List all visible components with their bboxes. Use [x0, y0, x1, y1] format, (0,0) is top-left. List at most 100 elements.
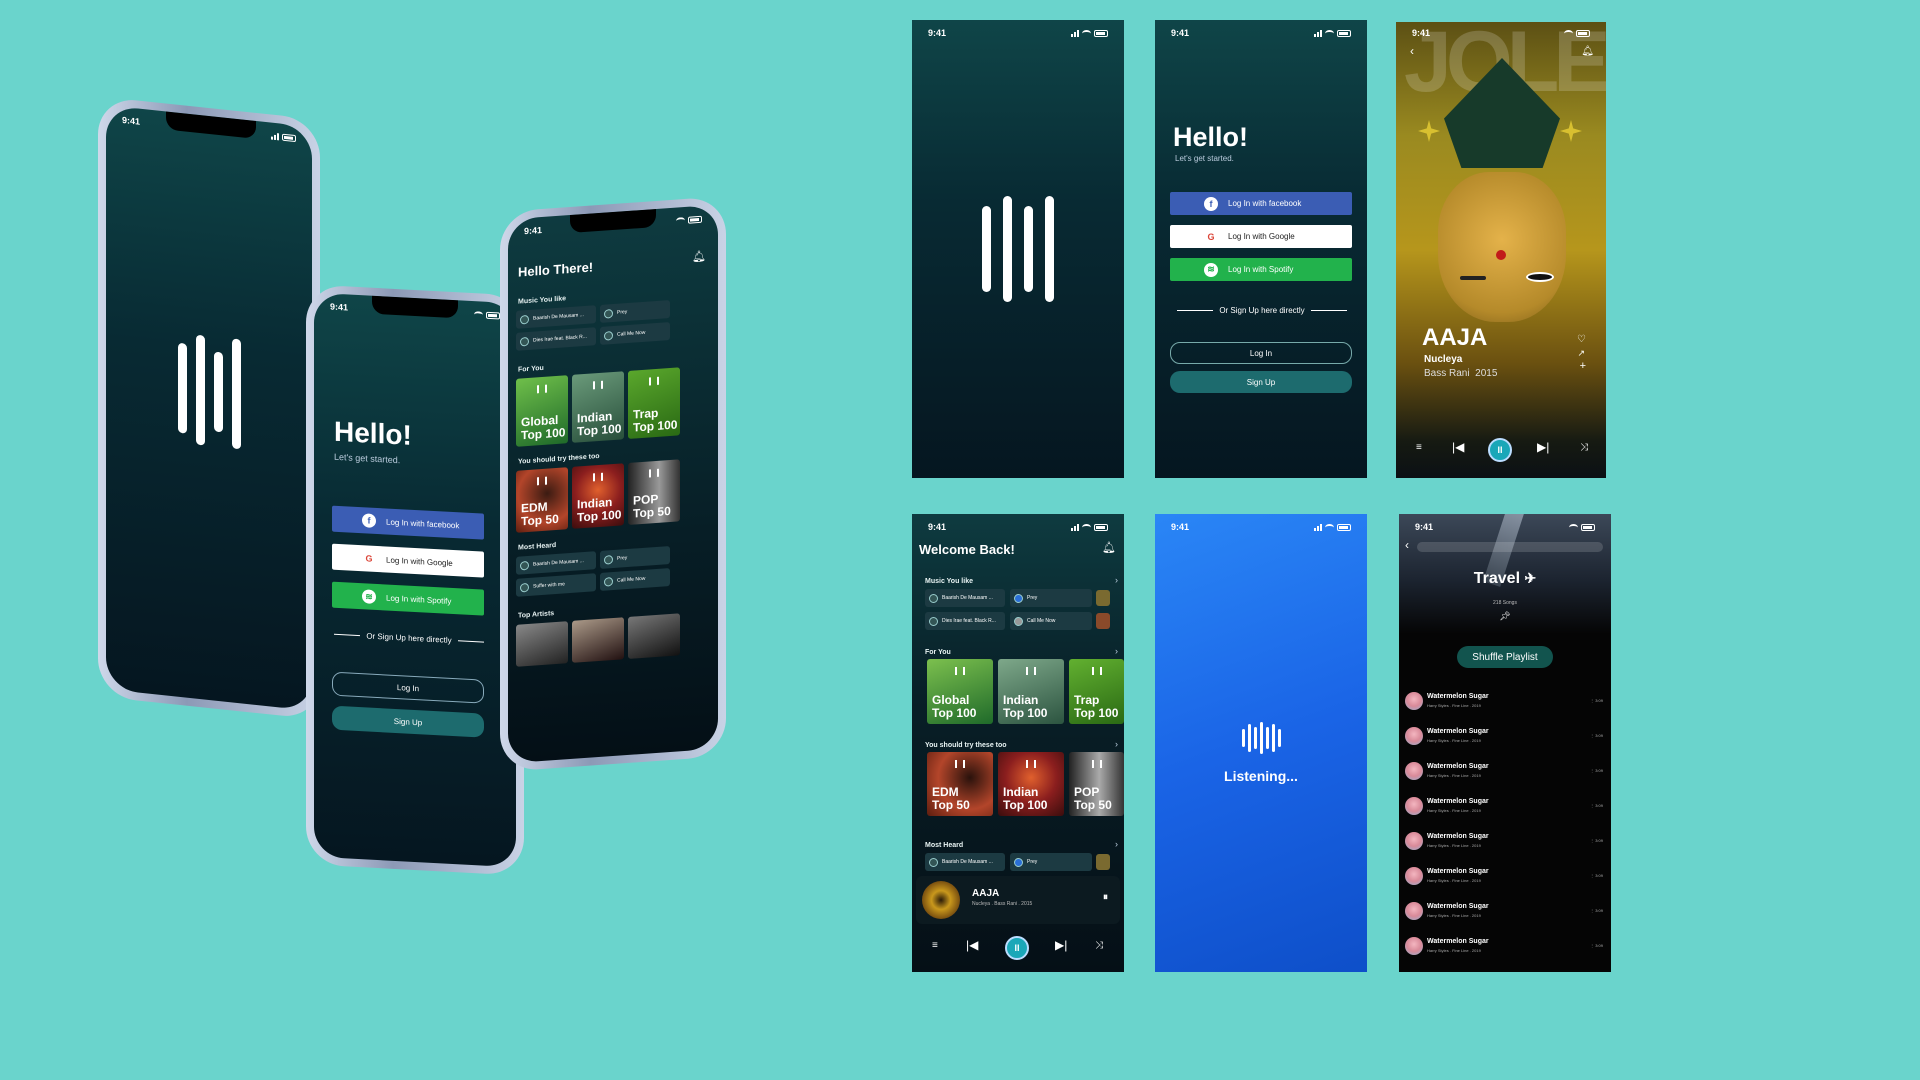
back-icon[interactable]: ‹	[1405, 538, 1409, 552]
spotify-icon: ≋	[1204, 262, 1218, 277]
login-button[interactable]: Log In	[332, 671, 484, 704]
section-for-you: For You	[518, 364, 544, 374]
track-row[interactable]: Watermelon Sugar Harry Styles . Fine Line…	[1399, 933, 1611, 961]
playlist-card-trap[interactable]: Trap Top 100	[628, 367, 680, 439]
pause-button[interactable]: II	[1488, 438, 1512, 462]
spotify-login-button[interactable]: ≋ Log In with Spotify	[1170, 258, 1352, 281]
chevron-right-icon[interactable]: ›	[1115, 739, 1118, 749]
track-name: Watermelon Sugar	[1427, 798, 1489, 805]
artist-card[interactable]	[516, 621, 568, 667]
track-meta: Harry Styles . Fine Line . 2019	[1427, 948, 1481, 953]
liked-song-item[interactable]: Call Me Now	[1010, 612, 1092, 630]
track-duration: ⋮ 3:09	[1590, 943, 1603, 948]
spotify-login-button[interactable]: ≋ Log In with Spotify	[332, 581, 484, 616]
track-row[interactable]: Watermelon Sugar Harry Styles . Fine Line…	[1399, 863, 1611, 891]
most-heard-item[interactable]: Baarish De Mausam ...	[516, 551, 596, 575]
bell-icon[interactable]: 🔔︎	[1581, 46, 1594, 57]
google-login-button[interactable]: G Log In with Google	[1170, 225, 1352, 248]
playlist-card-indian-try[interactable]: Indian Top 100	[998, 752, 1064, 816]
bell-icon[interactable]: 🔔︎	[692, 249, 706, 263]
chevron-right-icon[interactable]: ›	[1115, 575, 1118, 585]
chevron-right-icon[interactable]: ›	[1115, 839, 1118, 849]
previous-icon[interactable]: |◀	[966, 938, 978, 952]
google-login-button[interactable]: G Log In with Google	[332, 543, 484, 578]
status-time: 9:41	[524, 224, 543, 237]
queue-icon[interactable]: ≡	[932, 940, 938, 951]
artist-card[interactable]	[572, 617, 624, 663]
facebook-login-button[interactable]: f Log In with facebook	[332, 505, 484, 540]
most-heard-item[interactable]: Baarish De Mausam ...	[925, 853, 1005, 871]
pause-icon[interactable]: ⏸︎	[1103, 892, 1108, 903]
mini-player-meta: Nucleya . Bass Rani . 2015	[972, 901, 1033, 907]
signup-button[interactable]: Sign Up	[1170, 371, 1352, 393]
track-row[interactable]: Watermelon Sugar Harry Styles . Fine Line…	[1399, 898, 1611, 926]
playlist-card-indian-try[interactable]: Indian Top 100	[572, 463, 624, 529]
liked-song-thumb[interactable]	[1096, 854, 1110, 870]
signup-divider: Or Sign Up here directly	[1177, 306, 1347, 315]
app-logo	[106, 325, 312, 457]
playlist-card-pop[interactable]: POP Top 50	[1069, 752, 1124, 816]
section-most-heard: Most Heard	[518, 541, 557, 552]
liked-song-thumb[interactable]	[1096, 613, 1110, 629]
search-input[interactable]	[1417, 542, 1603, 552]
next-icon[interactable]: ▶|	[1055, 938, 1067, 952]
pause-button[interactable]: II	[1005, 936, 1029, 960]
liked-song-item[interactable]: Prey	[1010, 589, 1092, 607]
track-row[interactable]: Watermelon Sugar Harry Styles . Fine Line…	[1399, 793, 1611, 821]
track-name: Watermelon Sugar	[1427, 868, 1489, 875]
playlist-card-indian[interactable]: Indian Top 100	[572, 371, 624, 443]
share-icon[interactable]: ↗	[1577, 348, 1585, 359]
airplane-icon: ✈︎	[1524, 570, 1537, 586]
add-icon[interactable]: +	[1580, 360, 1586, 372]
chevron-right-icon[interactable]: ›	[1115, 646, 1118, 656]
status-time: 9:41	[330, 301, 349, 313]
track-row[interactable]: Watermelon Sugar Harry Styles . Fine Line…	[1399, 828, 1611, 856]
pin-icon[interactable]: 📌︎	[1399, 611, 1611, 622]
track-row[interactable]: Watermelon Sugar Harry Styles . Fine Line…	[1399, 758, 1611, 786]
back-icon[interactable]: ‹	[1410, 44, 1414, 58]
most-heard-item[interactable]: Prey	[1010, 853, 1092, 871]
liked-song-item[interactable]: Baarish De Mausam ...	[925, 589, 1005, 607]
most-heard-item[interactable]: Suffer with me	[516, 573, 596, 597]
status-time: 9:41	[1415, 522, 1434, 532]
mini-player[interactable]: AAJA Nucleya . Bass Rani . 2015 ⏸︎	[916, 876, 1120, 924]
playlist-card-edm[interactable]: EDM Top 50	[516, 467, 568, 533]
mini-player-art	[922, 881, 960, 919]
next-icon[interactable]: ▶|	[1537, 440, 1549, 454]
track-row[interactable]: Watermelon Sugar Harry Styles . Fine Line…	[1399, 723, 1611, 751]
liked-song-item[interactable]: Dies Irae feat. Black R...	[516, 327, 596, 351]
track-row[interactable]: Watermelon Sugar Harry Styles . Fine Line…	[1399, 688, 1611, 716]
liked-song-item[interactable]: Prey	[600, 300, 670, 323]
signup-button[interactable]: Sign Up	[332, 705, 484, 738]
phone-mockup-login: 9:41 Hello! Let's get started. f Log In w…	[306, 284, 524, 876]
most-heard-item[interactable]: Call Me Now	[600, 568, 670, 591]
login-button[interactable]: Log In	[1170, 342, 1352, 364]
status-time: 9:41	[1171, 522, 1190, 532]
track-duration: ⋮ 3:09	[1590, 698, 1603, 703]
heart-icon[interactable]: ♡	[1577, 334, 1586, 345]
screen-listening: 9:41 Listening...	[1155, 514, 1367, 972]
bell-icon[interactable]: 🔔︎	[1102, 541, 1116, 554]
previous-icon[interactable]: |◀	[1452, 440, 1464, 454]
track-meta: Harry Styles . Fine Line . 2019	[1427, 878, 1481, 883]
track-name: Watermelon Sugar	[1427, 903, 1489, 910]
liked-song-item[interactable]: Call Me Now	[600, 322, 670, 345]
shuffle-playlist-button[interactable]: Shuffle Playlist	[1457, 646, 1553, 668]
playlist-card-global[interactable]: Global Top 100	[927, 659, 993, 724]
liked-song-thumb[interactable]	[1096, 590, 1110, 606]
liked-song-item[interactable]: Dies Irae feat. Black R...	[925, 612, 1005, 630]
playlist-card-edm[interactable]: EDM Top 50	[927, 752, 993, 816]
most-heard-item[interactable]: Prey	[600, 546, 670, 569]
playlist-card-pop[interactable]: POP Top 50	[628, 459, 680, 525]
playlist-card-indian[interactable]: Indian Top 100	[998, 659, 1064, 724]
facebook-login-button[interactable]: f Log In with facebook	[1170, 192, 1352, 215]
queue-icon[interactable]: ≡	[1416, 442, 1422, 453]
shuffle-icon[interactable]: ⤨	[1580, 442, 1588, 453]
playlist-card-global[interactable]: Global Top 100	[516, 375, 568, 447]
playlist-card-trap[interactable]: Trap Top 100	[1069, 659, 1124, 724]
section-top-artists: Top Artists	[518, 610, 555, 620]
shuffle-icon[interactable]: ⤨	[1095, 940, 1103, 951]
liked-song-item[interactable]: Baarish De Mausam ...	[516, 305, 596, 329]
section-try-these: You should try these too	[518, 452, 600, 466]
artist-card[interactable]	[628, 613, 680, 659]
